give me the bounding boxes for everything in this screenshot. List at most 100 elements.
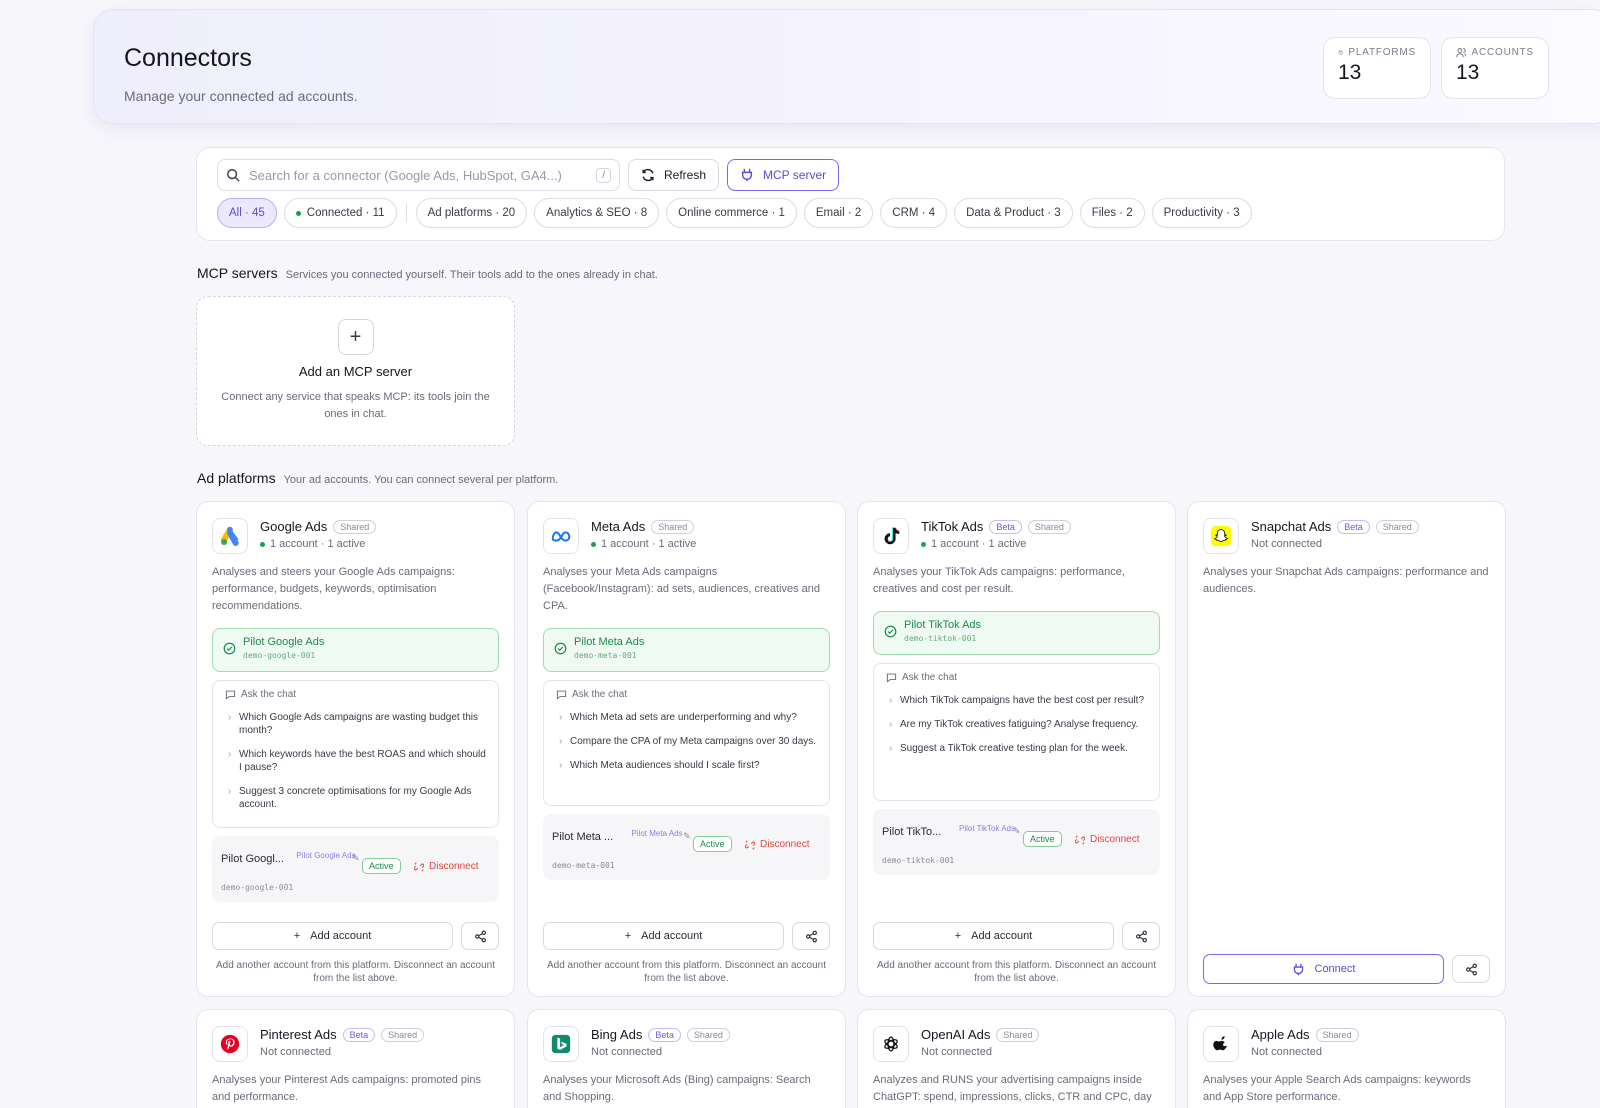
ask-the-chat-title: Ask the chat	[556, 689, 817, 700]
connector-status: Not connected	[1251, 1046, 1359, 1058]
edit-icon[interactable]: ✎	[352, 853, 360, 864]
connector-card-bing-ads: Bing Ads Beta Shared Not connected Analyse…	[527, 1009, 846, 1108]
edit-icon[interactable]: ✎	[683, 831, 691, 842]
connector-status: Not connected	[591, 1046, 730, 1058]
suggested-question[interactable]: Which Meta audiences should I scale firs…	[556, 759, 817, 772]
connector-card-snapchat-ads: Snapchat Ads Beta Shared Not connected Ana…	[1187, 501, 1506, 997]
share-icon	[1465, 963, 1477, 975]
page-subtitle: Manage your connected ad accounts.	[124, 88, 358, 104]
suggested-question[interactable]: Suggest a TikTok creative testing plan f…	[886, 742, 1147, 755]
filter-chip-ad-platforms[interactable]: Ad platforms · 20	[415, 198, 528, 228]
share-icon	[805, 930, 817, 942]
suggested-question[interactable]: Are my TikTok creatives fatiguing? Analy…	[886, 718, 1147, 731]
connector-description: Analyzes and RUNS your advertising campa…	[873, 1074, 1152, 1103]
connector-name: Google Ads	[260, 519, 328, 534]
status-dot	[921, 541, 926, 547]
shared-badge: Shared	[651, 519, 695, 534]
pilot-account-banner[interactable]: Pilot Meta Ads demo-meta-001	[543, 628, 830, 672]
add-account-label: Add account	[641, 930, 703, 942]
suggested-question[interactable]: Suggest 3 concrete optimisations for my …	[225, 785, 486, 811]
pilot-id: demo-google-001	[243, 651, 316, 660]
active-badge: Active	[362, 858, 401, 874]
filter-chip-analytics-seo[interactable]: Analytics & SEO · 8	[534, 198, 660, 228]
connector-card-google-ads: Google Ads Shared 1 account · 1 active An…	[196, 501, 515, 997]
plug-icon	[741, 168, 753, 182]
account-id: demo-meta-001	[552, 861, 615, 870]
account-name: Pilot TikTo...	[882, 826, 942, 838]
pilot-id: demo-tiktok-001	[904, 634, 977, 643]
shared-badge: Shared	[1315, 1027, 1359, 1042]
connector-description: Analyses your Apple Search Ads campaigns…	[1203, 1074, 1471, 1103]
share-button[interactable]	[461, 922, 499, 950]
ask-title-text: Ask the chat	[241, 689, 297, 700]
connector-description: Analyses your Meta Ads campaigns (Facebo…	[543, 566, 820, 612]
accounts-stat: ACCOUNTS 13	[1441, 37, 1549, 99]
chip-label: Data & Product · 3	[966, 207, 1061, 219]
snapchat-icon	[1203, 518, 1239, 554]
search-input[interactable]	[249, 167, 597, 183]
status-text: 1 account · 1 active	[601, 538, 697, 550]
plug-icon	[1293, 963, 1303, 975]
plus-icon: +	[293, 930, 301, 942]
filter-chip-email[interactable]: Email · 2	[803, 198, 874, 228]
tiktok-icon	[873, 518, 909, 554]
filter-chip-connected[interactable]: Connected · 11	[283, 198, 397, 228]
disconnect-button[interactable]: Disconnect	[1075, 834, 1139, 845]
filter-chip-files[interactable]: Files · 2	[1079, 198, 1145, 228]
chip-label: Ad platforms · 20	[427, 207, 516, 219]
ask-the-chat-title: Ask the chat	[886, 672, 1147, 683]
add-account-button[interactable]: + Add account	[543, 922, 784, 950]
share-icon	[1135, 930, 1147, 942]
unlink-icon	[745, 840, 755, 849]
add-account-button[interactable]: + Add account	[873, 922, 1114, 950]
check-circle-icon	[884, 625, 897, 638]
filter-chip-all[interactable]: All · 45	[217, 198, 277, 228]
filter-chip-crm[interactable]: CRM · 4	[880, 198, 948, 228]
beta-badge: Beta	[989, 519, 1022, 534]
suggested-question[interactable]: Compare the CPA of my Meta campaigns ove…	[556, 735, 817, 748]
status-text: Not connected	[260, 1046, 331, 1058]
connected-dot	[295, 210, 301, 216]
connector-name: OpenAI Ads	[921, 1027, 991, 1042]
pilot-account-banner[interactable]: Pilot TikTok Ads demo-tiktok-001	[873, 611, 1160, 655]
pilot-account-banner[interactable]: Pilot Google Ads demo-google-001	[212, 628, 499, 672]
search-box[interactable]: /	[217, 159, 620, 191]
connect-button[interactable]: Connect	[1203, 954, 1444, 984]
refresh-button[interactable]: Refresh	[628, 159, 720, 191]
connector-description: Analyses and steers your Google Ads camp…	[212, 566, 455, 612]
connector-name: Snapchat Ads	[1251, 519, 1332, 534]
add-mcp-server-card[interactable]: + Add an MCP server Connect any service …	[196, 296, 515, 446]
page-header: Connectors Manage your connected ad acco…	[93, 9, 1600, 124]
connector-name: Meta Ads	[591, 519, 646, 534]
chip-divider	[405, 204, 407, 222]
share-button[interactable]	[792, 922, 830, 950]
suggested-question[interactable]: Which keywords have the best ROAS and wh…	[225, 748, 486, 774]
ask-the-chat-panel: Ask the chat Which Meta ad sets are unde…	[543, 680, 830, 806]
add-account-button[interactable]: + Add account	[212, 922, 453, 950]
share-button[interactable]	[1122, 922, 1160, 950]
connector-name: TikTok Ads	[921, 519, 984, 534]
shared-badge: Shared	[686, 1027, 730, 1042]
account-id: demo-tiktok-001	[882, 856, 955, 865]
chip-label: Connected · 11	[306, 207, 385, 219]
add-mcp-title: Add an MCP server	[298, 364, 413, 379]
disconnect-button[interactable]: Disconnect	[414, 861, 478, 872]
search-shortcut: /	[596, 167, 611, 183]
disconnect-button[interactable]: Disconnect	[745, 839, 809, 850]
connector-card-openai-ads: OpenAI Ads Shared Not connected Analyzes …	[857, 1009, 1176, 1108]
connector-status: 1 account · 1 active	[591, 538, 696, 550]
ask-the-chat-panel: Ask the chat Which TikTok campaigns have…	[873, 663, 1160, 801]
filter-chip-productivity[interactable]: Productivity · 3	[1151, 198, 1252, 228]
mcp-server-button[interactable]: MCP server	[727, 159, 840, 191]
suggested-question[interactable]: Which Google Ads campaigns are wasting b…	[225, 711, 486, 737]
connector-status: 1 account · 1 active	[921, 538, 1071, 550]
filter-chip-data-product[interactable]: Data & Product · 3	[954, 198, 1073, 228]
share-button[interactable]	[1452, 955, 1490, 983]
suggested-question[interactable]: Which TikTok campaigns have the best cos…	[886, 694, 1147, 707]
edit-icon[interactable]: ✎	[1013, 826, 1021, 837]
refresh-icon	[642, 168, 654, 182]
filter-chip-online-commerce[interactable]: Online commerce · 1	[666, 198, 797, 228]
refresh-label: Refresh	[664, 168, 707, 182]
suggested-question[interactable]: Which Meta ad sets are underperforming a…	[556, 711, 817, 724]
ask-the-chat-title: Ask the chat	[225, 689, 486, 700]
